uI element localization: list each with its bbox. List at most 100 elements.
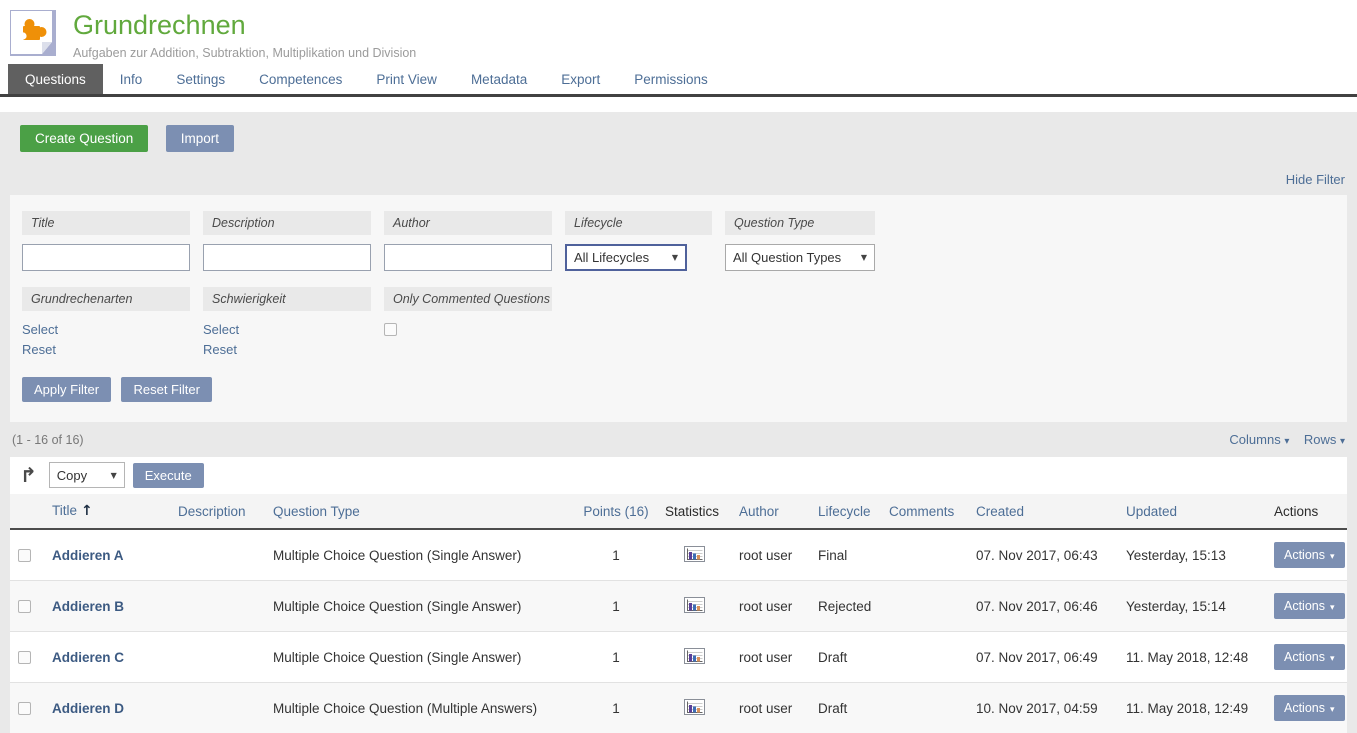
column-statistics: Statistics (657, 494, 731, 529)
page-subtitle: Aufgaben zur Addition, Subtraktion, Mult… (73, 46, 416, 60)
row-checkbox-cell (10, 529, 44, 581)
tab-competences[interactable]: Competences (242, 64, 359, 94)
schwierigkeit-select-link[interactable]: Select (203, 322, 239, 337)
filter-title-input[interactable] (22, 244, 190, 271)
question-title-link[interactable]: Addieren B (52, 599, 124, 614)
chevron-down-icon: ▾ (1330, 705, 1335, 715)
columns-dropdown[interactable]: Columns ▾ (1229, 432, 1289, 447)
schwierigkeit-reset-link[interactable]: Reset (203, 342, 237, 357)
comments-cell (881, 529, 968, 581)
tab-settings[interactable]: Settings (159, 64, 242, 94)
table-body: Addieren A Multiple Choice Question (Sing… (10, 529, 1347, 733)
column-question-type[interactable]: Question Type (265, 494, 575, 529)
statistics-cell (657, 581, 731, 632)
points-cell: 1 (575, 529, 657, 581)
tab-permissions[interactable]: Permissions (617, 64, 725, 94)
column-updated[interactable]: Updated (1118, 494, 1266, 529)
filter-grundrechenarten-label: Grundrechenarten (22, 287, 190, 311)
lifecycle-cell: Rejected (810, 581, 881, 632)
column-points[interactable]: Points (16) (575, 494, 657, 529)
filter-question-type-value: All Question Types (733, 250, 841, 265)
column-author[interactable]: Author (731, 494, 810, 529)
row-checkbox[interactable] (18, 702, 31, 715)
filter-question-type-select[interactable]: All Question Types ▼ (725, 244, 875, 271)
row-checkbox-cell (10, 581, 44, 632)
filter-question-type-label: Question Type (725, 211, 875, 235)
updated-cell: 11. May 2018, 12:49 (1118, 683, 1266, 733)
created-cell: 07. Nov 2017, 06:43 (968, 529, 1118, 581)
question-title-link[interactable]: Addieren D (52, 701, 124, 716)
points-cell: 1 (575, 683, 657, 733)
actions-button[interactable]: Actions▾ (1274, 644, 1345, 670)
reset-filter-button[interactable]: Reset Filter (121, 377, 211, 402)
statistics-cell (657, 529, 731, 581)
tab-print-view[interactable]: Print View (359, 64, 454, 94)
grundrechenarten-select-link[interactable]: Select (22, 322, 58, 337)
created-cell: 07. Nov 2017, 06:46 (968, 581, 1118, 632)
actions-button[interactable]: Actions▾ (1274, 695, 1345, 721)
question-title-link[interactable]: Addieren A (52, 548, 124, 563)
column-description[interactable]: Description (170, 494, 265, 529)
question-type-cell: Multiple Choice Question (Single Answer) (265, 581, 575, 632)
questions-table-wrap: ↱ Copy ▼ Execute Title ↑ Description Ques… (10, 457, 1347, 733)
actions-button[interactable]: Actions▾ (1274, 542, 1345, 568)
actions-button-label: Actions (1284, 548, 1325, 562)
filter-panel: Title Description Author Lifecycle All L… (10, 195, 1347, 422)
row-checkbox[interactable] (18, 600, 31, 613)
question-title-link[interactable]: Addieren C (52, 650, 124, 665)
sort-ascending-icon: ↑ (81, 503, 93, 519)
lifecycle-cell: Final (810, 529, 881, 581)
table-row: Addieren AMultiple Choice Question (Sing… (10, 529, 1347, 581)
bulk-action-row: ↱ Copy ▼ Execute (10, 457, 1347, 494)
rows-dropdown[interactable]: Rows ▾ (1304, 432, 1345, 447)
filter-description-input[interactable] (203, 244, 371, 271)
bulk-action-select[interactable]: Copy ▼ (49, 462, 125, 488)
tab-info[interactable]: Info (103, 64, 160, 94)
tab-questions[interactable]: Questions (8, 64, 103, 94)
grundrechenarten-reset-link[interactable]: Reset (22, 342, 56, 357)
filter-author-input[interactable] (384, 244, 552, 271)
bar-chart-icon[interactable] (684, 546, 705, 565)
bar-chart-icon[interactable] (684, 699, 705, 718)
column-created[interactable]: Created (968, 494, 1118, 529)
actions-cell: Actions ▾ (1266, 581, 1347, 632)
bar-chart-icon[interactable] (684, 597, 705, 616)
create-question-button[interactable]: Create Question (20, 125, 148, 152)
row-checkbox[interactable] (18, 651, 31, 664)
question-description-cell (170, 581, 265, 632)
column-title-label[interactable]: Title (52, 503, 77, 518)
hide-filter-link[interactable]: Hide Filter (1286, 172, 1345, 187)
tab-spacer (0, 97, 1357, 112)
author-cell: root user (731, 683, 810, 733)
hide-filter-row: Hide Filter (0, 165, 1357, 195)
filter-author-label: Author (384, 211, 552, 235)
filter-lifecycle-select[interactable]: All Lifecycles ▼ (565, 244, 687, 271)
chevron-down-icon: ▼ (861, 253, 867, 262)
filter-lifecycle-label: Lifecycle (565, 211, 712, 235)
row-checkbox[interactable] (18, 549, 31, 562)
actions-button-label: Actions (1284, 599, 1325, 613)
question-title-cell: Addieren A (44, 529, 170, 581)
actions-button[interactable]: Actions ▾ (1274, 593, 1345, 619)
filter-schwierigkeit-label: Schwierigkeit (203, 287, 371, 311)
comments-cell (881, 581, 968, 632)
execute-button[interactable]: Execute (133, 463, 204, 488)
filter-lifecycle-value: All Lifecycles (574, 250, 649, 265)
question-type-cell: Multiple Choice Question (Multiple Answe… (265, 683, 575, 733)
chevron-down-icon: ▾ (1330, 603, 1335, 613)
actions-button-label: Actions (1284, 650, 1325, 664)
question-title-cell: Addieren D (44, 683, 170, 733)
tab-bar: Questions Info Settings Competences Prin… (0, 64, 1357, 97)
bar-chart-icon[interactable] (684, 648, 705, 667)
author-cell: root user (731, 581, 810, 632)
tab-metadata[interactable]: Metadata (454, 64, 544, 94)
bulk-action-value: Copy (57, 468, 87, 483)
only-commented-checkbox[interactable] (384, 323, 397, 336)
column-title[interactable]: Title ↑ (44, 494, 170, 529)
column-lifecycle[interactable]: Lifecycle (810, 494, 881, 529)
import-button[interactable]: Import (166, 125, 234, 152)
tab-export[interactable]: Export (544, 64, 617, 94)
column-comments[interactable]: Comments (881, 494, 968, 529)
question-title-cell: Addieren B (44, 581, 170, 632)
apply-filter-button[interactable]: Apply Filter (22, 377, 111, 402)
